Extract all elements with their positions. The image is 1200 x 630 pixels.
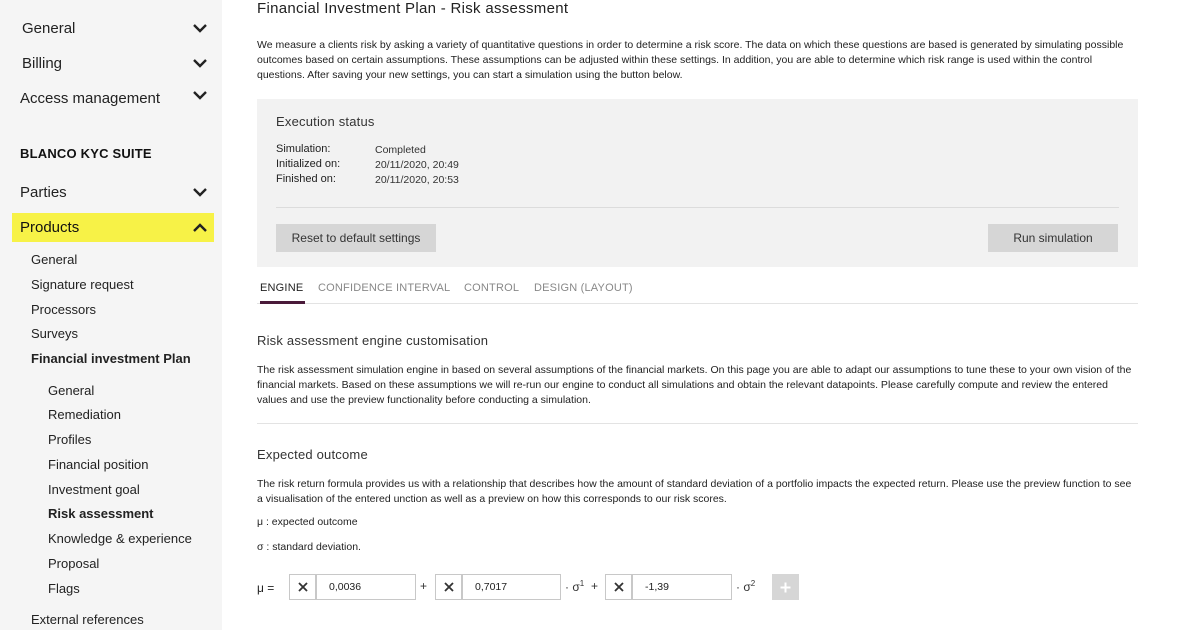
sigma-term: · σ — [565, 580, 580, 594]
active-tab-indicator — [260, 301, 305, 304]
plan-item-knowledge-experience[interactable]: Knowledge & experience — [48, 531, 192, 546]
nav-billing-label: Billing — [22, 54, 63, 72]
products-item-signature-request[interactable]: Signature request — [31, 277, 134, 292]
coefficient-0-input[interactable] — [316, 574, 416, 600]
chevron-down-icon — [192, 87, 208, 103]
plan-item-profiles[interactable]: Profiles — [48, 432, 91, 447]
nav-parties-label: Parties — [20, 183, 67, 201]
chevron-down-icon — [192, 184, 208, 200]
engine-section-text: The risk assessment simulation engine in… — [257, 364, 1132, 406]
plan-item-general[interactable]: General — [48, 383, 94, 398]
plan-item-flags[interactable]: Flags — [48, 581, 80, 596]
products-item-external-references[interactable]: External references — [31, 612, 144, 627]
nav-parties[interactable]: Parties — [0, 175, 222, 209]
initialized-value: 20/11/2020, 20:49 — [375, 159, 459, 171]
coefficient-1-input[interactable] — [462, 574, 561, 600]
reset-default-settings-button[interactable]: Reset to default settings — [276, 224, 436, 252]
exponent: 2 — [750, 579, 756, 588]
plan-item-proposal[interactable]: Proposal — [48, 556, 99, 571]
tab-confidence-interval[interactable]: CONFIDENCE INTERVAL — [318, 282, 450, 304]
sigma-power-1: · σ1 — [565, 579, 584, 594]
execution-status-title: Execution status — [276, 114, 375, 129]
close-icon — [297, 582, 308, 592]
coefficient-2-input[interactable] — [632, 574, 732, 600]
divider — [257, 423, 1138, 424]
sigma-term: · σ — [736, 580, 751, 594]
finished-value: 20/11/2020, 20:53 — [375, 174, 459, 186]
execution-status-panel: Execution status Simulation: Completed I… — [257, 99, 1138, 267]
nav-billing[interactable]: Billing — [0, 46, 222, 80]
nav-access-management-label: Access management — [20, 89, 161, 107]
tab-design-layout[interactable]: DESIGN (LAYOUT) — [534, 282, 633, 304]
products-item-general[interactable]: General — [31, 252, 77, 267]
formula-mu-equals: μ = — [257, 581, 275, 595]
nav-products-label: Products — [20, 219, 80, 236]
exponent: 1 — [579, 579, 585, 588]
remove-term-2-button[interactable] — [605, 574, 632, 600]
divider — [276, 207, 1119, 208]
plan-item-investment-goal[interactable]: Investment goal — [48, 482, 140, 497]
mu-legend: μ : expected outcome — [257, 516, 358, 528]
simulation-value: Completed — [375, 144, 426, 156]
sidebar: General Billing Access management BLANCO… — [0, 0, 222, 630]
plus-operator: + — [591, 579, 599, 593]
expected-outcome-title: Expected outcome — [257, 447, 368, 462]
sigma-legend: σ : standard deviation. — [257, 541, 361, 553]
plus-operator: + — [420, 579, 428, 593]
remove-term-1-button[interactable] — [435, 574, 462, 600]
plan-item-risk-assessment[interactable]: Risk assessment — [48, 506, 154, 521]
expected-outcome-text: The risk return formula provides us with… — [257, 478, 1132, 505]
intro-text: We measure a clients risk by asking a va… — [257, 39, 1124, 81]
products-item-surveys[interactable]: Surveys — [31, 326, 78, 341]
suite-title: BLANCO KYC SUITE — [20, 146, 152, 161]
nav-access-management[interactable]: Access management — [0, 81, 222, 115]
initialized-label: Initialized on: — [276, 158, 341, 170]
page-title: Financial Investment Plan - Risk assessm… — [257, 0, 569, 17]
nav-general-label: General — [22, 19, 76, 37]
plan-item-financial-position[interactable]: Financial position — [48, 457, 148, 472]
plan-item-remediation[interactable]: Remediation — [48, 407, 121, 422]
settings-tabs: ENGINE CONFIDENCE INTERVAL CONTROL DESIG… — [257, 282, 1138, 304]
engine-section-title: Risk assessment engine customisation — [257, 333, 489, 348]
simulation-label: Simulation: — [276, 143, 331, 155]
products-item-processors[interactable]: Processors — [31, 302, 96, 317]
chevron-down-icon — [192, 20, 208, 36]
products-item-financial-investment-plan[interactable]: Financial investment Plan — [31, 351, 191, 366]
chevron-down-icon — [192, 55, 208, 71]
sigma-power-2: · σ2 — [736, 579, 755, 594]
finished-label: Finished on: — [276, 173, 336, 185]
chevron-up-icon — [192, 220, 208, 236]
close-icon — [443, 582, 454, 592]
remove-term-0-button[interactable] — [289, 574, 316, 600]
nav-general[interactable]: General — [0, 11, 222, 45]
plus-icon — [780, 582, 791, 592]
nav-products[interactable]: Products — [12, 213, 214, 242]
close-icon — [613, 582, 624, 592]
run-simulation-button[interactable]: Run simulation — [988, 224, 1118, 252]
tab-control[interactable]: CONTROL — [464, 282, 519, 304]
add-term-button[interactable] — [772, 574, 799, 600]
